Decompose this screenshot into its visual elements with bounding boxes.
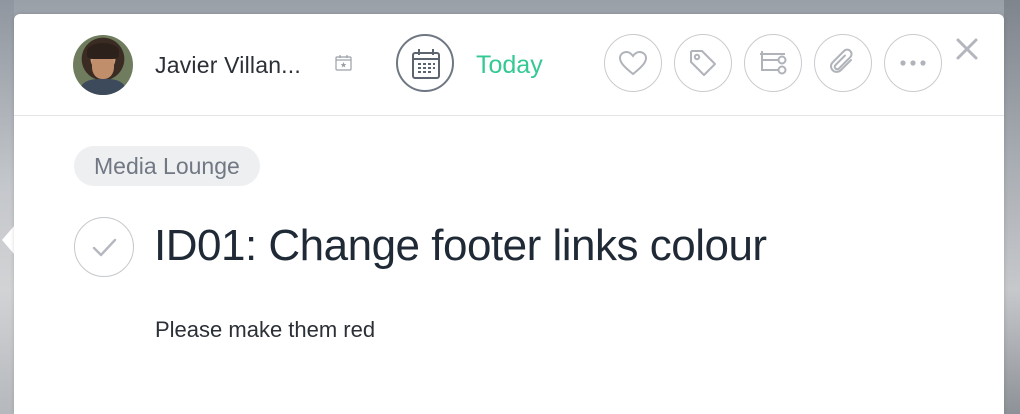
close-icon[interactable] bbox=[954, 36, 980, 62]
background-left bbox=[0, 0, 14, 414]
subtask-icon bbox=[760, 51, 787, 75]
task-description[interactable]: Please make them red bbox=[155, 317, 375, 343]
heart-icon bbox=[618, 50, 648, 76]
more-button[interactable] bbox=[884, 34, 942, 92]
panel-pointer bbox=[2, 226, 14, 254]
due-date-label[interactable]: Today bbox=[476, 51, 543, 80]
due-date-button[interactable] bbox=[396, 34, 454, 92]
subtasks-button[interactable] bbox=[744, 34, 802, 92]
task-header: Javier Villan... Today bbox=[14, 14, 1004, 116]
background-right bbox=[1004, 0, 1020, 414]
checkmark-icon bbox=[92, 238, 117, 257]
tag-button[interactable] bbox=[674, 34, 732, 92]
calendar-star-icon[interactable] bbox=[335, 54, 352, 71]
project-pill[interactable]: Media Lounge bbox=[74, 146, 260, 186]
calendar-icon bbox=[412, 49, 440, 79]
like-button[interactable] bbox=[604, 34, 662, 92]
more-icon bbox=[900, 60, 926, 66]
paperclip-icon bbox=[830, 48, 853, 73]
tag-icon bbox=[690, 50, 716, 76]
task-detail-panel: Javier Villan... Today Media Lounge ID01… bbox=[14, 14, 1004, 414]
attach-button[interactable] bbox=[814, 34, 872, 92]
complete-task-button[interactable] bbox=[74, 217, 134, 277]
assignee-name[interactable]: Javier Villan... bbox=[155, 52, 301, 79]
task-title[interactable]: ID01: Change footer links colour bbox=[154, 221, 767, 271]
avatar[interactable] bbox=[73, 35, 133, 95]
